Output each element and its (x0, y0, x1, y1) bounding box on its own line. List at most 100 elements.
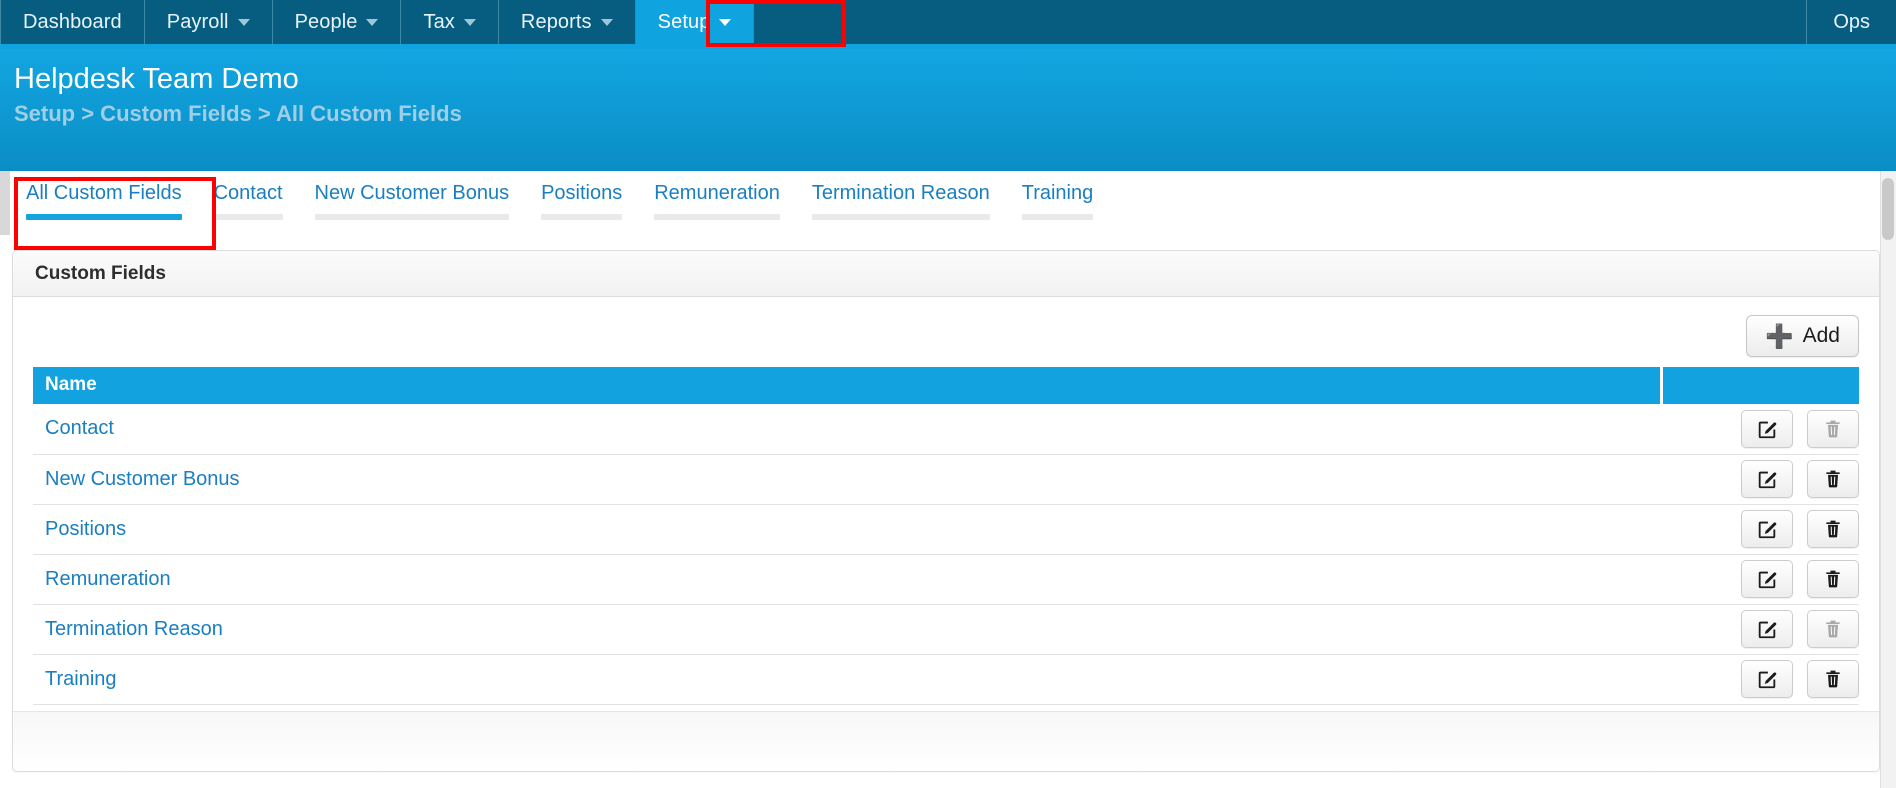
table-cell-actions (1661, 654, 1859, 705)
delete-button[interactable] (1807, 610, 1859, 648)
delete-button[interactable] (1807, 460, 1859, 498)
table-cell-name: Remuneration (33, 554, 1661, 605)
edit-pencil-icon (1759, 471, 1777, 489)
vertical-scrollbar-track[interactable] (1880, 171, 1896, 788)
tab-termination-reason[interactable]: Termination Reason (796, 171, 1006, 220)
chevron-down-icon (463, 18, 476, 26)
edit-button[interactable] (1741, 460, 1794, 498)
trash-icon (1826, 620, 1840, 638)
add-button[interactable]: ➕ Add (1745, 315, 1859, 357)
panel-footer (13, 711, 1879, 771)
tab-label: Remuneration (654, 182, 780, 204)
table-cell-actions (1661, 404, 1859, 455)
panel-body: ➕ Add Name Contact New Customer Bonus Po… (13, 297, 1879, 705)
nav-item-label: Tax (423, 10, 455, 33)
custom-field-link-termination-reason[interactable]: Termination Reason (45, 618, 223, 640)
table-body: Contact New Customer Bonus Positions Rem… (33, 404, 1859, 705)
nav-item-setup[interactable]: Setup (635, 0, 755, 44)
custom-field-link-contact[interactable]: Contact (45, 417, 114, 439)
chevron-down-icon (366, 18, 379, 26)
nav-item-people[interactable]: People (273, 0, 402, 44)
delete-button[interactable] (1807, 409, 1859, 448)
tab-training[interactable]: Training (1006, 171, 1110, 220)
tab-underline (811, 214, 990, 220)
tab-contact[interactable]: Contact (198, 171, 299, 220)
trash-icon (1826, 470, 1840, 488)
tab-label: All Custom Fields (26, 182, 182, 204)
table-head: Name (33, 367, 1859, 404)
trash-icon (1826, 670, 1840, 688)
tab-bar: All Custom Fields Contact New Customer B… (0, 171, 1896, 235)
edit-button[interactable] (1741, 409, 1794, 448)
custom-field-link-remuneration[interactable]: Remuneration (45, 568, 171, 590)
custom-fields-table: Name Contact New Customer Bonus Position… (33, 367, 1859, 705)
column-header-name[interactable]: Name (33, 367, 1661, 404)
tab-new-customer-bonus[interactable]: New Customer Bonus (299, 171, 526, 220)
delete-button[interactable] (1807, 660, 1859, 698)
nav-item-label: Payroll (166, 10, 229, 33)
chevron-down-icon (237, 18, 250, 26)
table-cell-actions (1661, 454, 1859, 505)
tab-label: Contact (213, 182, 283, 204)
tab-label: Positions (541, 182, 623, 204)
edit-button[interactable] (1741, 660, 1794, 698)
tab-positions[interactable]: Positions (525, 171, 638, 220)
table-cell-actions (1661, 504, 1859, 555)
tab-all-custom-fields[interactable]: All Custom Fields (10, 171, 198, 220)
tab-label: New Customer Bonus (314, 182, 510, 204)
nav-item-label: Setup (657, 10, 711, 33)
column-header-actions (1659, 367, 1859, 404)
table-cell-name: Training (33, 654, 1661, 705)
custom-field-link-new-customer-bonus[interactable]: New Customer Bonus (45, 468, 240, 490)
tab-remuneration[interactable]: Remuneration (638, 171, 796, 220)
edit-pencil-icon (1759, 521, 1777, 539)
tab-label: Termination Reason (811, 182, 990, 204)
tab-underline (213, 214, 283, 220)
panel-toolbar: ➕ Add (33, 311, 1859, 367)
edit-pencil-icon (1759, 621, 1777, 639)
trash-icon (1826, 570, 1840, 588)
panel-header: Custom Fields (13, 251, 1879, 297)
edit-pencil-icon (1759, 671, 1777, 689)
nav-item-label: Dashboard (23, 10, 122, 33)
nav-item-dashboard[interactable]: Dashboard (0, 0, 145, 44)
table-cell-actions (1661, 554, 1859, 605)
main-navigation-bar: Dashboard Payroll People Tax Reports Set… (0, 0, 1896, 49)
plus-icon: ➕ (1764, 322, 1794, 349)
tab-label: Training (1021, 182, 1094, 204)
edit-pencil-icon (1759, 421, 1777, 438)
table-row: Termination Reason (33, 604, 1859, 655)
table-row: Contact (33, 404, 1859, 455)
edit-button[interactable] (1741, 560, 1794, 598)
page-header: Helpdesk Team Demo Setup > Custom Fields… (0, 49, 1896, 171)
custom-field-link-training[interactable]: Training (45, 668, 117, 690)
breadcrumb: Setup > Custom Fields > All Custom Field… (14, 101, 462, 127)
custom-field-link-positions[interactable]: Positions (45, 518, 126, 540)
trash-icon (1826, 520, 1840, 538)
table-row: Training (33, 654, 1859, 705)
application-window: Dashboard Payroll People Tax Reports Set… (0, 0, 1896, 788)
nav-item-ops[interactable]: Ops (1806, 0, 1896, 44)
delete-button[interactable] (1807, 510, 1859, 548)
tab-underline (314, 214, 510, 220)
table-row: New Customer Bonus (33, 454, 1859, 505)
table-row: Positions (33, 504, 1859, 555)
edit-button[interactable] (1741, 610, 1794, 648)
table-header-row: Name (33, 367, 1859, 404)
edit-button[interactable] (1741, 510, 1794, 548)
add-button-label: Add (1802, 324, 1840, 347)
custom-fields-panel: Custom Fields ➕ Add Name Contact New Cus… (12, 250, 1880, 772)
tab-underline (1021, 214, 1094, 220)
table-cell-actions (1661, 604, 1859, 655)
nav-item-payroll[interactable]: Payroll (145, 0, 273, 44)
nav-item-label: Reports (520, 10, 592, 33)
nav-item-reports[interactable]: Reports (499, 0, 636, 44)
delete-button[interactable] (1807, 560, 1859, 598)
vertical-scrollbar-thumb[interactable] (1882, 178, 1894, 240)
trash-icon (1826, 420, 1840, 438)
nav-item-tax[interactable]: Tax (401, 0, 499, 44)
tab-active-underline (26, 214, 182, 220)
tab-list: All Custom Fields Contact New Customer B… (10, 171, 1109, 235)
table-cell-name: Contact (33, 404, 1661, 455)
